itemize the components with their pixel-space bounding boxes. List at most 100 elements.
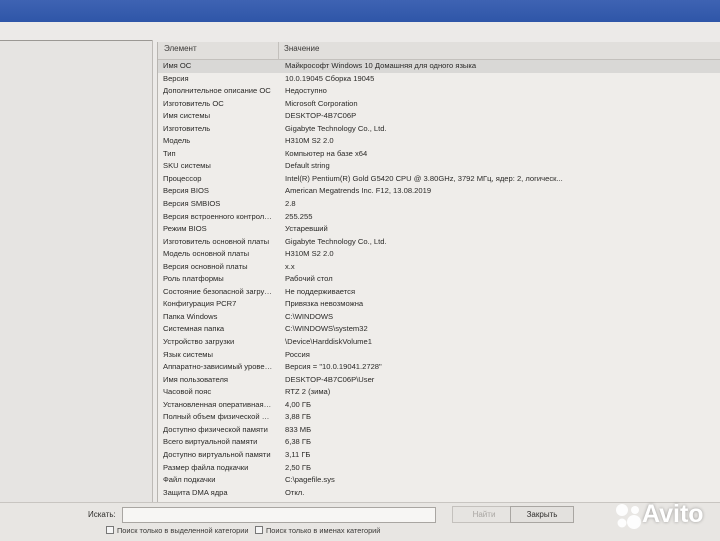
item-value: H310M S2 2.0	[285, 249, 334, 259]
list-item[interactable]: Конфигурация PCR7 Привязка невозможна	[158, 298, 720, 311]
details-list[interactable]: Элемент Значение Имя ОС Майкрософт Window…	[157, 42, 720, 524]
item-value: Устаревший	[285, 224, 328, 234]
list-item[interactable]: Версия SMBIOS 2.8	[158, 198, 720, 211]
list-item[interactable]: Версия основной платы x.x	[158, 261, 720, 274]
list-item[interactable]: Процессор Intel(R) Pentium(R) Gold G5420 …	[158, 173, 720, 186]
item-name: Имя системы	[163, 111, 211, 121]
item-name: Версия встроенного контролл...	[163, 211, 273, 221]
item-value: Gigabyte Technology Co., Ltd.	[285, 123, 387, 133]
list-item[interactable]: Полный объем физической па... 3,88 ГБ	[158, 411, 720, 424]
item-value: Не поддерживается	[285, 286, 356, 296]
item-name: Модель основной платы	[163, 249, 250, 259]
item-value: DESKTOP-4B7C06P	[285, 111, 357, 121]
item-name: Защита DMA ядра	[163, 487, 228, 497]
search-bar: Искать: Найти Закрыть Поиск только в выд…	[0, 502, 720, 541]
list-item[interactable]: Изготовитель Gigabyte Technology Co., Ltd…	[158, 123, 720, 136]
item-name: Имя ОС	[163, 61, 192, 70]
item-value: Россия	[285, 349, 310, 359]
column-separator[interactable]	[278, 42, 279, 59]
find-button[interactable]: Найти	[452, 506, 516, 523]
item-value: 4,00 ГБ	[285, 399, 311, 409]
item-name: Дополнительное описание ОС	[163, 86, 271, 96]
item-name: Модель	[163, 136, 191, 146]
list-item[interactable]: Версия 10.0.19045 Сборка 19045	[158, 73, 720, 86]
item-value: C:\pagefile.sys	[285, 475, 335, 485]
avito-wordmark: Avito	[642, 500, 704, 528]
list-item[interactable]: Часовой пояс RTZ 2 (зима)	[158, 386, 720, 399]
item-value: Gigabyte Technology Co., Ltd.	[285, 236, 387, 246]
item-value: Майкрософт Windows 10 Домашняя для одног…	[285, 61, 477, 70]
list-item[interactable]: Установленная оперативная п... 4,00 ГБ	[158, 399, 720, 412]
category-tree-pane[interactable]	[0, 40, 153, 524]
list-item[interactable]: Изготовитель основной платы Gigabyte Tech…	[158, 236, 720, 249]
list-item[interactable]: Размер файла подкачки 2,50 ГБ	[158, 462, 720, 475]
item-value: Откл.	[285, 487, 305, 497]
item-value: 255.255	[285, 211, 313, 221]
item-name: Размер файла подкачки	[163, 462, 249, 472]
checkbox-icon[interactable]	[106, 526, 114, 534]
item-value: Недоступно	[285, 86, 327, 96]
item-value: RTZ 2 (зима)	[285, 387, 331, 397]
item-name: Состояние безопасной загруз...	[163, 286, 273, 296]
item-value: American Megatrends Inc. F12, 13.08.2019	[285, 186, 432, 196]
item-name: Файл подкачки	[163, 475, 216, 485]
list-rows: Имя ОС Майкрософт Windows 10 Домашняя для…	[158, 60, 720, 524]
window-title-bar	[0, 0, 720, 22]
item-value: Intel(R) Pentium(R) Gold G5420 CPU @ 3.8…	[285, 173, 563, 183]
search-selected-category-checkbox[interactable]: Поиск только в выделенной категории	[106, 526, 248, 535]
checkbox-icon[interactable]	[255, 526, 263, 534]
list-item[interactable]: Устройство загрузки \Device\HarddiskVolum…	[158, 336, 720, 349]
list-item[interactable]: Аппаратно-зависимый уровен... Версия = "1…	[158, 361, 720, 374]
item-value: H310M S2 2.0	[285, 136, 334, 146]
search-input[interactable]	[122, 507, 436, 523]
item-name: Изготовитель	[163, 123, 211, 133]
system-information-window: Элемент Значение Имя ОС Майкрософт Window…	[0, 22, 720, 541]
list-item[interactable]: Имя системы DESKTOP-4B7C06P	[158, 110, 720, 123]
item-name: Полный объем физической па...	[163, 412, 273, 422]
item-name: Версия	[163, 73, 189, 83]
list-item[interactable]: Модель основной платы H310M S2 2.0	[158, 248, 720, 261]
list-item[interactable]: Версия BIOS American Megatrends Inc. F12,…	[158, 185, 720, 198]
item-name: Изготовитель ОС	[163, 98, 224, 108]
item-name: Процессор	[163, 173, 202, 183]
list-item[interactable]: Режим BIOS Устаревший	[158, 223, 720, 236]
list-item[interactable]: Доступно физической памяти 833 МБ	[158, 424, 720, 437]
list-item[interactable]: Всего виртуальной памяти 6,38 ГБ	[158, 436, 720, 449]
item-value: 3,88 ГБ	[285, 412, 311, 422]
list-item[interactable]: Состояние безопасной загруз... Не поддерж…	[158, 286, 720, 299]
item-name: Конфигурация PCR7	[163, 299, 237, 309]
avito-watermark: Avito	[614, 498, 714, 532]
list-item[interactable]: Изготовитель ОС Microsoft Corporation	[158, 98, 720, 111]
item-name: Версия SMBIOS	[163, 199, 221, 209]
item-value: x.x	[285, 261, 295, 271]
list-item[interactable]: Системная папка C:\WINDOWS\system32	[158, 323, 720, 336]
list-item[interactable]: Файл подкачки C:\pagefile.sys	[158, 474, 720, 487]
list-item[interactable]: SKU системы Default string	[158, 160, 720, 173]
item-value: Компьютер на базе x64	[285, 148, 368, 158]
item-name: Имя пользователя	[163, 374, 228, 384]
list-item[interactable]: Модель H310M S2 2.0	[158, 135, 720, 148]
item-value: Привязка невозможна	[285, 299, 364, 309]
item-value: 6,38 ГБ	[285, 437, 311, 447]
item-name: Доступно физической памяти	[163, 424, 268, 434]
list-item[interactable]: Папка Windows C:\WINDOWS	[158, 311, 720, 324]
item-name: Установленная оперативная п...	[163, 399, 273, 409]
item-name: Режим BIOS	[163, 224, 207, 234]
list-item[interactable]: Доступно виртуальной памяти 3,11 ГБ	[158, 449, 720, 462]
list-item[interactable]: Версия встроенного контролл... 255.255	[158, 211, 720, 224]
item-value: Default string	[285, 161, 330, 171]
column-header-element[interactable]: Элемент	[164, 44, 197, 53]
search-category-names-checkbox[interactable]: Поиск только в именах категорий	[255, 526, 380, 535]
list-item[interactable]: Роль платформы Рабочий стол	[158, 273, 720, 286]
item-value: C:\WINDOWS	[285, 311, 334, 321]
list-item[interactable]: Имя пользователя DESKTOP-4B7C06P\User	[158, 374, 720, 387]
item-value: Microsoft Corporation	[285, 98, 358, 108]
list-item[interactable]: Тип Компьютер на базе x64	[158, 148, 720, 161]
list-item[interactable]: Язык системы Россия	[158, 349, 720, 362]
list-item[interactable]: Имя ОС Майкрософт Windows 10 Домашняя для…	[158, 60, 720, 73]
search-selected-category-label: Поиск только в выделенной категории	[117, 526, 249, 535]
column-header-value[interactable]: Значение	[284, 44, 319, 53]
list-item[interactable]: Дополнительное описание ОС Недоступно	[158, 85, 720, 98]
close-button[interactable]: Закрыть	[510, 506, 574, 523]
item-value: 833 МБ	[285, 424, 312, 434]
